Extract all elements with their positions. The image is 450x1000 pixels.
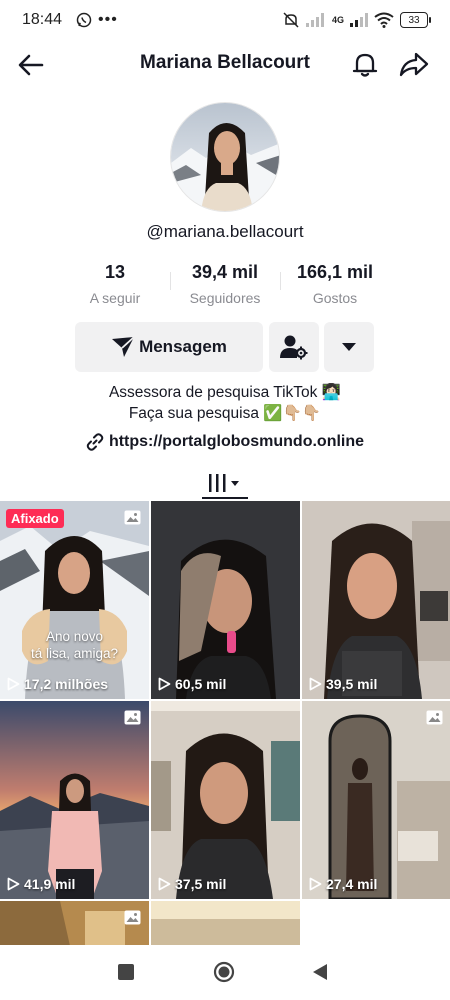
followers-count: 39,4 mil — [191, 262, 259, 282]
photo-icon — [124, 510, 141, 525]
view-count-text: 37,5 mil — [175, 876, 227, 892]
view-count: 39,5 mil — [309, 676, 377, 692]
stat-divider — [280, 272, 281, 290]
video-tile[interactable]: 27,4 mil — [302, 701, 450, 899]
link-icon — [86, 433, 104, 451]
video-thumbnail — [302, 701, 450, 899]
network-type: 4G — [331, 15, 344, 25]
whatsapp-icon — [76, 12, 92, 28]
caret-down-icon — [342, 343, 356, 351]
profile-link[interactable]: https://portalglobosmundo.online — [0, 433, 450, 451]
video-tile[interactable]: 60,5 mil — [151, 501, 300, 699]
view-count-text: 60,5 mil — [175, 676, 227, 692]
video-thumbnail — [151, 901, 300, 946]
play-icon — [309, 877, 322, 891]
send-icon — [112, 336, 135, 357]
photo-icon — [426, 710, 443, 725]
page-title: Mariana Bellacourt — [140, 52, 310, 73]
stat-likes[interactable]: 166,1 mil Gostos — [280, 262, 390, 312]
video-thumbnail — [302, 501, 450, 699]
play-icon — [7, 677, 20, 691]
video-thumbnail — [151, 501, 300, 699]
profile-link-text: https://portalglobosmundo.online — [108, 433, 365, 450]
share-arrow-icon[interactable] — [398, 49, 430, 79]
stat-followers[interactable]: 39,4 mil Seguidores — [170, 262, 280, 312]
more-notifications-icon: ••• — [98, 11, 118, 28]
play-icon — [158, 677, 171, 691]
video-thumbnail — [0, 701, 149, 899]
tab-videos[interactable] — [202, 466, 248, 500]
user-gear-icon — [280, 335, 308, 360]
system-back-button[interactable] — [311, 963, 329, 981]
mute-icon — [283, 12, 299, 28]
system-nav-bar — [0, 945, 450, 1000]
follow-settings-button[interactable] — [269, 322, 319, 372]
following-label: A seguir — [89, 290, 141, 306]
likes-label: Gostos — [312, 290, 358, 306]
profile-header: Mariana Bellacourt — [0, 40, 450, 88]
following-count: 13 — [104, 262, 126, 282]
view-count: 37,5 mil — [158, 876, 226, 892]
view-count-text: 39,5 mil — [326, 676, 378, 692]
content-tabs — [0, 462, 450, 500]
home-button[interactable] — [213, 961, 235, 983]
view-count: 60,5 mil — [158, 676, 226, 692]
wifi-icon — [374, 12, 394, 28]
recent-apps-button[interactable] — [118, 964, 134, 980]
bell-icon[interactable] — [350, 49, 380, 79]
stat-following[interactable]: 13 A seguir — [60, 262, 170, 312]
video-tile[interactable]: 41,9 mil — [0, 701, 149, 899]
video-tile[interactable] — [151, 901, 300, 946]
stat-divider — [170, 272, 171, 290]
video-tile[interactable]: Afixado Ano novo tá lisa, amiga? 17,2 mil… — [0, 501, 149, 699]
more-options-button[interactable] — [324, 322, 374, 372]
video-thumbnail — [0, 501, 149, 699]
status-bar: 18:44 ••• 4G 33 — [0, 0, 450, 40]
followers-label: Seguidores — [189, 290, 261, 306]
grid-icon — [209, 474, 239, 492]
active-tab-indicator — [202, 497, 248, 499]
view-count: 27,4 mil — [309, 876, 377, 892]
play-icon — [309, 677, 322, 691]
play-icon — [7, 877, 20, 891]
video-caption: Ano novo tá lisa, amiga? — [30, 629, 119, 661]
bio-line-2: Faça sua pesquisa ✅👇🏼👇🏼 — [128, 405, 322, 422]
battery-icon: 33 — [400, 12, 431, 28]
username: @mariana.bellacourt — [146, 222, 304, 241]
profile-bio: Assessora de pesquisa TikTok 👩🏻‍💻 Faça s… — [0, 382, 450, 424]
signal-icon — [305, 13, 324, 27]
play-icon — [158, 877, 171, 891]
view-count-text: 41,9 mil — [24, 876, 76, 892]
view-count: 41,9 mil — [7, 876, 75, 892]
likes-count: 166,1 mil — [296, 262, 374, 282]
message-button-label: Mensagem — [139, 337, 227, 356]
video-tile[interactable]: 39,5 mil — [302, 501, 450, 699]
video-tile[interactable] — [0, 901, 149, 946]
profile-stats: 13 A seguir 39,4 mil Seguidores 166,1 mi… — [60, 262, 390, 312]
avatar[interactable] — [170, 102, 280, 212]
video-tile[interactable]: 37,5 mil — [151, 701, 300, 899]
view-count-text: 27,4 mil — [326, 876, 378, 892]
message-button[interactable]: Mensagem — [75, 322, 263, 372]
view-count-text: 17,2 milhões — [24, 676, 109, 692]
bio-line-1: Assessora de pesquisa TikTok 👩🏻‍💻 — [108, 384, 342, 401]
photo-icon — [124, 910, 141, 925]
view-count: 17,2 milhões — [7, 676, 108, 692]
clock: 18:44 — [22, 11, 63, 28]
photo-icon — [124, 710, 141, 725]
pinned-badge: Afixado — [6, 509, 64, 528]
signal-icon-2 — [350, 13, 368, 27]
video-thumbnail — [151, 701, 300, 899]
